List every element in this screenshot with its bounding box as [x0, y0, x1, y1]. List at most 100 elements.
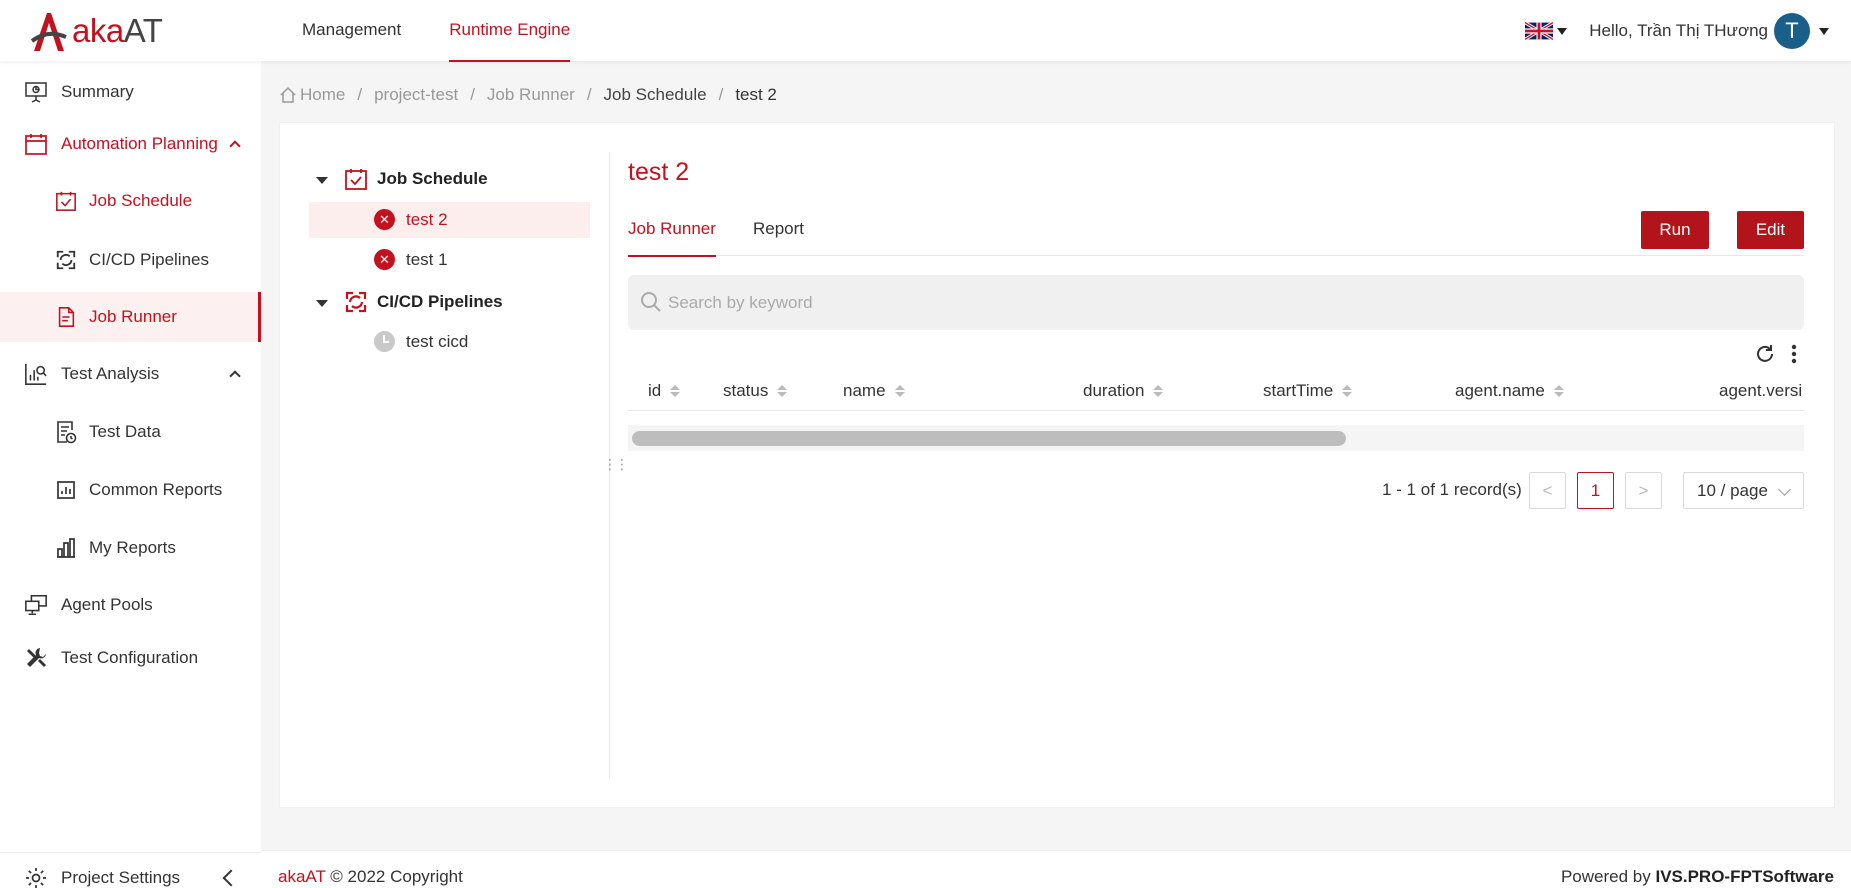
page-size-value: 10 / page	[1697, 480, 1768, 500]
tree-item-test-1[interactable]: ✕ test 1	[309, 242, 590, 278]
pending-clock-icon	[374, 331, 395, 352]
footer-powered-company: IVS.PRO-FPTSoftware	[1655, 867, 1834, 886]
column-header-label: name	[843, 381, 886, 400]
sidebar-item-label: My Reports	[89, 538, 176, 557]
table-header: id status name duration startTime agent.…	[628, 371, 1804, 411]
more-vertical-icon[interactable]	[1783, 343, 1805, 365]
chevron-up-icon	[229, 140, 241, 152]
tree-group-job-schedule[interactable]: Job Schedule	[309, 161, 590, 197]
my-reports-icon	[54, 536, 78, 560]
chevron-up-icon	[229, 370, 241, 382]
project-settings-label: Project Settings	[61, 867, 181, 887]
tree-group-label: Job Schedule	[377, 169, 488, 188]
sidebar-item-summary[interactable]: Summary	[0, 67, 261, 117]
sidebar-item-test-analysis[interactable]: Test Analysis	[0, 349, 261, 399]
chevron-down-icon	[1778, 483, 1791, 496]
project-settings[interactable]: Project Settings	[0, 852, 261, 888]
tree-item-label: test 2	[406, 210, 448, 229]
sidebar-item-test-data[interactable]: Test Data	[0, 407, 261, 457]
refresh-icon[interactable]	[1754, 343, 1776, 365]
logo-text-at: AT	[123, 12, 163, 49]
language-selector[interactable]	[1525, 22, 1568, 40]
column-header-agent-name[interactable]: agent.name	[1455, 371, 1564, 410]
sidebar-item-label: Common Reports	[89, 480, 223, 499]
edit-button[interactable]: Edit	[1737, 211, 1804, 249]
user-greeting: Hello, Trần Thị THương	[1589, 21, 1768, 40]
pipeline-icon	[345, 291, 367, 313]
sidebar-item-label: CI/CD Pipelines	[89, 250, 209, 269]
tab-report[interactable]: Report	[753, 210, 804, 256]
sort-icon	[670, 385, 681, 397]
next-page-button[interactable]: >	[1625, 472, 1662, 509]
top-header: akaAT Management Runtime Engine Hello, T…	[0, 0, 1851, 62]
sort-icon	[1342, 385, 1353, 397]
nav-management[interactable]: Management	[302, 0, 401, 61]
akaat-logo[interactable]: akaAT	[30, 6, 163, 56]
akaat-logo-mark-icon	[30, 13, 67, 51]
column-header-agent-version[interactable]: agent.versi	[1719, 371, 1802, 410]
pagination-total: 1 - 1 of 1 record(s)	[1382, 480, 1522, 499]
sort-icon	[1153, 385, 1164, 397]
sidebar-item-label: Agent Pools	[61, 595, 153, 614]
user-menu-caret-icon[interactable]	[1819, 27, 1829, 35]
sidebar-item-my-reports[interactable]: My Reports	[0, 523, 261, 573]
sidebar-item-test-configuration[interactable]: Test Configuration	[0, 633, 261, 683]
breadcrumb-project[interactable]: project-test	[374, 85, 458, 105]
breadcrumb-separator: /	[718, 85, 724, 104]
column-header-duration[interactable]: duration	[1083, 371, 1164, 410]
sidebar-item-label: Test Configuration	[61, 648, 199, 667]
tab-job-runner[interactable]: Job Runner	[628, 210, 716, 257]
caret-down-icon[interactable]	[316, 177, 328, 184]
tree-item-label: test cicd	[406, 332, 469, 351]
breadcrumb-job-schedule[interactable]: Job Schedule	[604, 85, 707, 105]
sort-icon	[1553, 385, 1564, 397]
sidebar-item-cicd-pipelines[interactable]: CI/CD Pipelines	[0, 235, 261, 285]
breadcrumb-job-runner[interactable]: Job Runner	[487, 85, 575, 105]
sidebar-item-label: Job Schedule	[89, 191, 193, 210]
search-box	[628, 275, 1804, 330]
collapse-sidebar-icon[interactable]	[222, 869, 240, 886]
tree-item-test-cicd[interactable]: test cicd	[309, 324, 590, 360]
nav-runtime-engine[interactable]: Runtime Engine	[449, 0, 570, 62]
user-area: Hello, Trần Thị THương T	[1525, 11, 1829, 51]
page-1-button[interactable]: 1	[1577, 472, 1614, 509]
tree-item-test-2[interactable]: ✕ test 2	[309, 202, 590, 238]
column-header-label: duration	[1083, 381, 1145, 400]
uk-flag-icon	[1525, 22, 1554, 40]
prev-page-button[interactable]: <	[1529, 472, 1566, 509]
sidebar-item-job-runner[interactable]: Job Runner	[0, 292, 261, 342]
sidebar-item-automation-planning[interactable]: Automation Planning	[0, 119, 261, 169]
column-header-starttime[interactable]: startTime	[1263, 371, 1353, 410]
resize-handle-icon[interactable]: ⋮⋮	[603, 456, 629, 472]
breadcrumb-separator: /	[470, 85, 475, 104]
column-header-name[interactable]: name	[843, 371, 905, 410]
sidebar-item-common-reports[interactable]: Common Reports	[0, 465, 261, 515]
breadcrumb-home[interactable]: Home	[300, 85, 345, 105]
detail-tabs: Job Runner Report	[628, 210, 1804, 257]
sidebar-item-label: Test Data	[89, 422, 161, 441]
footer: akaAT © 2022 Copyright Powered by IVS.PR…	[261, 850, 1851, 888]
scrollbar-thumb[interactable]	[632, 431, 1346, 446]
horizontal-scrollbar[interactable]	[628, 425, 1804, 451]
column-header-id[interactable]: id	[648, 371, 681, 410]
sidebar-item-label: Summary	[61, 82, 134, 101]
caret-down-icon[interactable]	[316, 300, 328, 307]
search-input[interactable]	[668, 275, 1788, 330]
footer-brand: akaAT	[278, 867, 326, 886]
sidebar-item-label: Automation Planning	[61, 134, 218, 153]
sidebar-item-label: Test Analysis	[61, 364, 160, 383]
avatar[interactable]: T	[1774, 13, 1810, 49]
footer-copyright: akaAT © 2022 Copyright	[278, 867, 463, 887]
tree-group-cicd-pipelines[interactable]: CI/CD Pipelines	[309, 284, 590, 320]
page-size-select[interactable]: 10 / page	[1683, 472, 1804, 509]
sidebar-item-agent-pools[interactable]: Agent Pools	[0, 580, 261, 630]
pipeline-icon	[54, 248, 78, 272]
breadcrumb-separator: /	[586, 85, 592, 104]
column-header-status[interactable]: status	[723, 371, 788, 410]
run-button[interactable]: Run	[1641, 211, 1709, 249]
sidebar-item-job-schedule[interactable]: Job Schedule	[0, 176, 261, 226]
sort-icon	[894, 385, 905, 397]
analytics-icon	[24, 362, 48, 386]
sort-icon	[777, 385, 788, 397]
search-icon	[641, 292, 661, 312]
